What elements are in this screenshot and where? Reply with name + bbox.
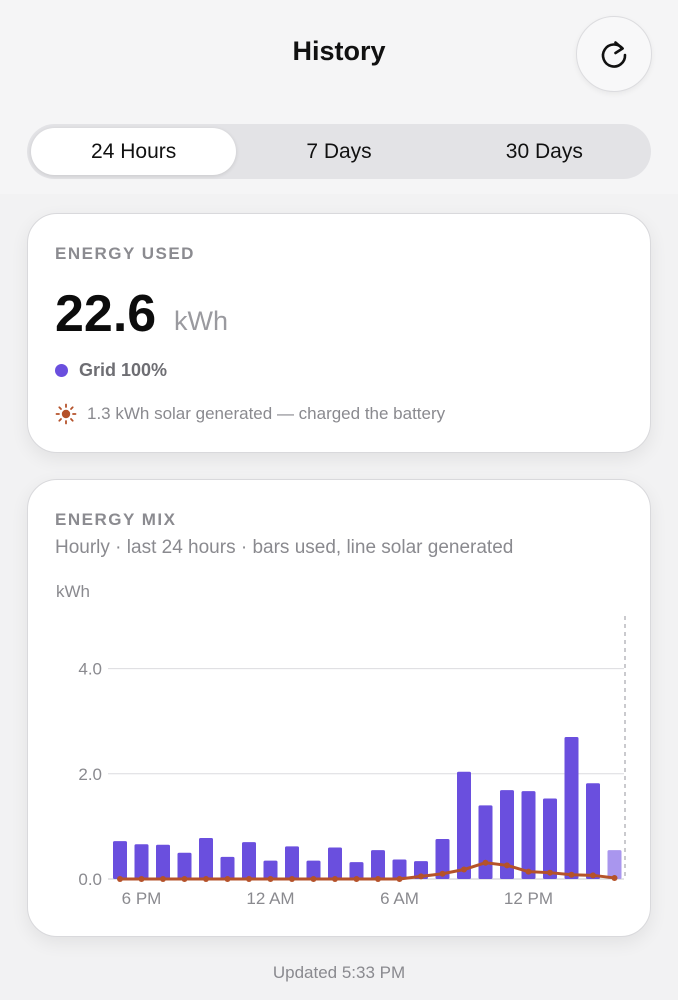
chart-bar bbox=[607, 850, 622, 879]
refresh-button[interactable] bbox=[576, 16, 652, 92]
x-tick-label: 12 PM bbox=[504, 889, 553, 908]
solar-point bbox=[310, 876, 317, 882]
chart-bar bbox=[242, 842, 256, 879]
chart-bar bbox=[521, 791, 536, 879]
solar-point bbox=[396, 876, 403, 882]
solar-point bbox=[117, 876, 123, 882]
y-tick-label: 4.0 bbox=[78, 660, 102, 679]
y-axis-label: kWh bbox=[56, 582, 90, 601]
solar-point bbox=[568, 871, 575, 878]
top-bar: History 24 Hours 7 Days 30 Days bbox=[0, 0, 678, 194]
tab-30-days[interactable]: 30 Days bbox=[442, 128, 647, 175]
chart-bar bbox=[457, 771, 471, 879]
solar-point bbox=[332, 876, 338, 882]
tab-24-hours[interactable]: 24 Hours bbox=[31, 128, 237, 175]
energy-mix-chart: kWh 0.0 2.0 4.0 6 PM 12 AM 6 AM 12 PM bbox=[56, 582, 626, 908]
chart-bar bbox=[371, 850, 385, 879]
solar-point bbox=[418, 873, 424, 880]
x-tick-label: 6 PM bbox=[122, 889, 162, 908]
solar-point bbox=[590, 872, 596, 879]
energy-used-card: ENERGY USED 22.6 kWh Grid 100% 1.3 kWh s… bbox=[27, 213, 651, 453]
grid-dot-icon bbox=[55, 364, 68, 377]
solar-point bbox=[203, 876, 209, 882]
chart-bar bbox=[134, 844, 149, 879]
energy-used-value: 22.6 bbox=[55, 285, 157, 343]
solar-point bbox=[482, 859, 489, 866]
chart-bar bbox=[478, 805, 493, 879]
x-tick-label: 6 AM bbox=[380, 889, 419, 908]
chart-bar bbox=[586, 783, 600, 879]
sun-icon bbox=[55, 403, 77, 425]
chart-bar bbox=[220, 856, 235, 879]
chart-bar bbox=[328, 847, 342, 879]
chart-bar bbox=[156, 844, 170, 879]
chart-bar bbox=[177, 852, 192, 879]
solar-point bbox=[611, 874, 618, 881]
energy-used-unit: kWh bbox=[174, 306, 228, 336]
tab-7-days[interactable]: 7 Days bbox=[236, 128, 441, 175]
solar-point bbox=[267, 876, 274, 882]
solar-point bbox=[439, 870, 446, 877]
grid-legend-text: Grid 100% bbox=[79, 360, 168, 380]
solar-point bbox=[289, 876, 295, 882]
chart-bar bbox=[199, 837, 213, 879]
solar-point bbox=[461, 866, 467, 873]
solar-point bbox=[138, 876, 145, 882]
solar-line bbox=[118, 861, 616, 881]
chart-bar bbox=[113, 841, 127, 879]
solar-point bbox=[375, 876, 381, 882]
refresh-icon bbox=[601, 41, 627, 68]
energy-used-label: ENERGY USED bbox=[55, 244, 195, 263]
solar-point bbox=[181, 876, 188, 882]
solar-point bbox=[353, 876, 360, 882]
solar-point bbox=[224, 876, 231, 882]
solar-info: 1.3 kWh solar generated — charged the ba… bbox=[55, 403, 445, 425]
solar-point bbox=[160, 876, 166, 882]
y-tick-label: 0.0 bbox=[78, 870, 102, 889]
solar-point bbox=[547, 869, 553, 876]
solar-point bbox=[246, 876, 252, 882]
y-tick-label: 2.0 bbox=[78, 765, 102, 784]
chart-bar bbox=[543, 798, 557, 879]
grid-legend: Grid 100% bbox=[55, 360, 167, 381]
solar-text: 1.3 kWh solar generated — charged the ba… bbox=[87, 404, 446, 423]
x-tick-label: 12 AM bbox=[246, 889, 294, 908]
solar-point bbox=[504, 862, 510, 869]
energy-mix-card: ENERGY MIX Hourly · last 24 hours · bars… bbox=[27, 479, 651, 937]
updated-timestamp: Updated 5:33 PM bbox=[272, 963, 406, 982]
time-range-selector: 24 Hours 7 Days 30 Days bbox=[27, 124, 651, 179]
chart-bar bbox=[285, 846, 299, 879]
chart-bar bbox=[564, 736, 579, 879]
solar-point bbox=[525, 868, 532, 875]
